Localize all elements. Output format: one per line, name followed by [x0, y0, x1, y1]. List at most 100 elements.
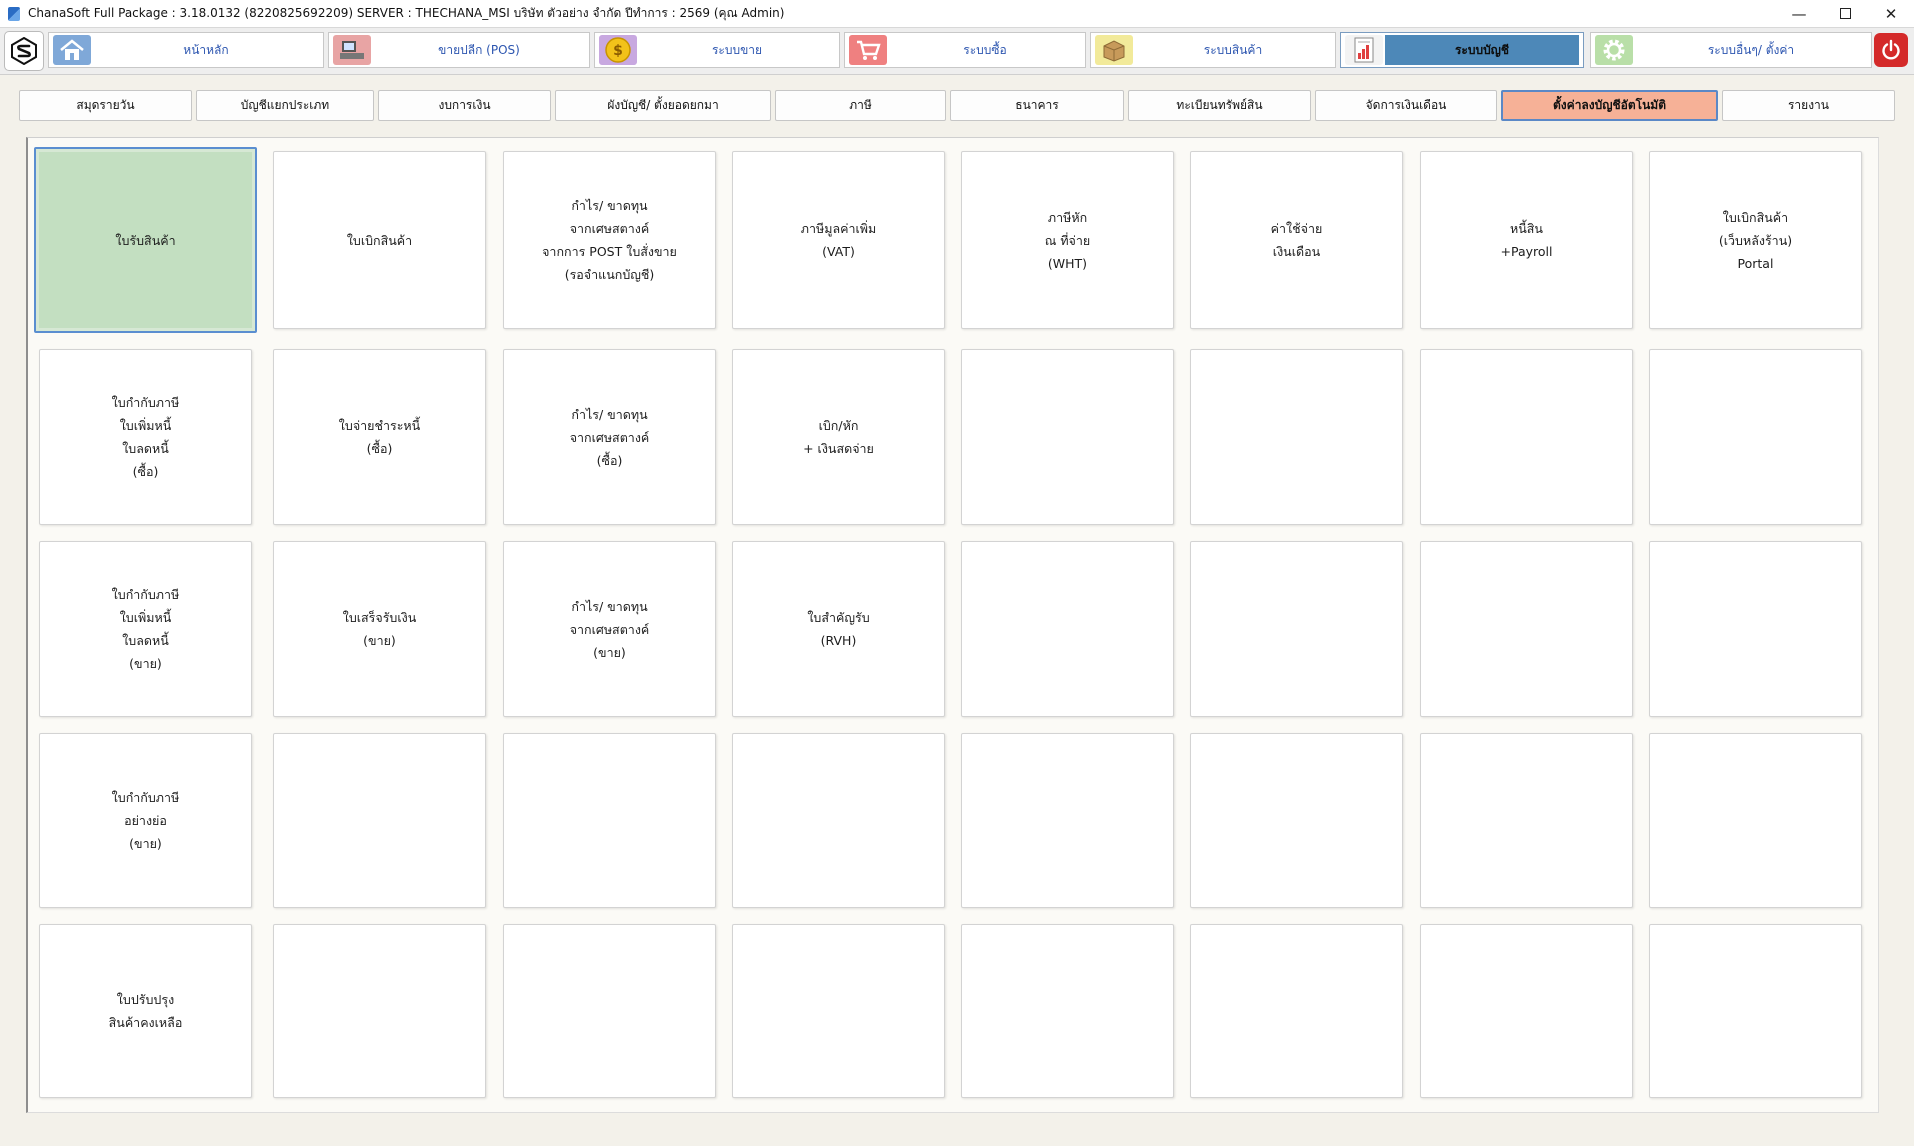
nav-label-pos: ขายปลีก (POS) [438, 42, 520, 57]
empty-card-slot[interactable] [1649, 924, 1862, 1098]
posting-card[interactable]: ใบเบิกสินค้า [273, 151, 486, 329]
tab-financial-statements[interactable]: งบการเงิน [378, 90, 551, 121]
maximize-icon [1839, 8, 1851, 19]
ledger-chart-icon [1345, 35, 1383, 65]
box-icon [1095, 35, 1133, 65]
empty-card-slot[interactable] [961, 733, 1174, 908]
card-label: ใบสำคัญรับ (RVH) [807, 610, 870, 648]
posting-card[interactable]: ใบจ่ายชำระหนี้ (ซื้อ) [273, 349, 486, 525]
brand-logo-button[interactable] [4, 31, 44, 71]
tab-tax[interactable]: ภาษี [775, 90, 946, 121]
close-button[interactable]: ✕ [1868, 0, 1914, 27]
power-button[interactable] [1874, 33, 1908, 67]
posting-card[interactable]: กำไร/ ขาดทุน จากเศษสตางค์ จากการ POST ใบ… [503, 151, 716, 329]
empty-card-slot[interactable] [1420, 349, 1633, 525]
posting-card[interactable]: ใบเสร็จรับเงิน (ขาย) [273, 541, 486, 717]
card-label: ภาษีมูลค่าเพิ่ม (VAT) [800, 221, 877, 259]
card-label: กำไร/ ขาดทุน จากเศษสตางค์ จากการ POST ใบ… [542, 198, 677, 282]
minimize-button[interactable]: — [1776, 0, 1822, 27]
main-navigation: หน้าหลัก ขายปลีก (POS) $ ระบบขาย ระบบซื้… [0, 28, 1914, 75]
nav-label-settings: ระบบอื่นๆ/ ตั้งค่า [1707, 42, 1795, 57]
card-label: ใบกำกับภาษี ใบเพิ่มหนี้ ใบลดหนี้ (ขาย) [111, 587, 180, 671]
empty-card-slot[interactable] [1190, 541, 1403, 717]
card-label: ใบรับสินค้า [115, 232, 176, 248]
auto-posting-panel: ใบรับสินค้า ใบเบิกสินค้า กำไร/ ขาดทุน จากเ… [26, 137, 1879, 1113]
card-label: ใบเบิกสินค้า (เว็บหลังร้าน) Portal [1718, 209, 1793, 271]
shopping-cart-icon [849, 35, 887, 65]
nav-label-sales: ระบบขาย [711, 42, 763, 57]
posting-card[interactable]: ใบปรับปรุง สินค้าคงเหลือ [39, 924, 252, 1098]
nav-item-pos[interactable]: ขายปลีก (POS) [328, 32, 590, 68]
chanasoft-logo-icon [11, 37, 37, 65]
card-label: ใบกำกับภาษี อย่างย่อ (ขาย) [111, 790, 180, 851]
posting-card[interactable]: ภาษีมูลค่าเพิ่ม (VAT) [732, 151, 945, 329]
tab-bank[interactable]: ธนาคาร [950, 90, 1124, 121]
card-label: ใบเสร็จรับเงิน (ขาย) [342, 610, 417, 648]
empty-card-slot[interactable] [961, 349, 1174, 525]
empty-card-slot[interactable] [961, 924, 1174, 1098]
posting-card[interactable]: กำไร/ ขาดทุน จากเศษสตางค์ (ขาย) [503, 541, 716, 717]
nav-item-inventory[interactable]: ระบบสินค้า [1090, 32, 1336, 68]
empty-card-slot[interactable] [732, 924, 945, 1098]
empty-card-slot[interactable] [732, 733, 945, 908]
pos-terminal-icon [333, 35, 371, 65]
empty-card-slot[interactable] [1190, 924, 1403, 1098]
posting-card[interactable]: ใบกำกับภาษี ใบเพิ่มหนี้ ใบลดหนี้ (ขาย) [39, 541, 252, 717]
app-logo-icon [8, 6, 20, 21]
coin-icon: $ [599, 35, 637, 65]
window-title: ChanaSoft Full Package : 3.18.0132 (8220… [28, 6, 785, 20]
posting-card[interactable]: ใบเบิกสินค้า (เว็บหลังร้าน) Portal [1649, 151, 1862, 329]
posting-card[interactable]: เบิก/หัก + เงินสดจ่าย [732, 349, 945, 525]
tab-general-ledger[interactable]: บัญชีแยกประเภท [196, 90, 374, 121]
nav-label-purchase: ระบบซื้อ [963, 42, 1007, 57]
card-label: ค่าใช้จ่าย เงินเดือน [1270, 221, 1323, 259]
nav-item-home[interactable]: หน้าหลัก [48, 32, 324, 68]
posting-card[interactable]: หนี้สิน +Payroll [1420, 151, 1633, 329]
card-label: ภาษีหัก ณ ที่จ่าย (WHT) [1044, 209, 1091, 271]
card-label: ใบเบิกสินค้า [346, 232, 413, 248]
card-label: เบิก/หัก + เงินสดจ่าย [803, 418, 874, 456]
empty-card-slot[interactable] [961, 541, 1174, 717]
tab-chart-of-accounts[interactable]: ผังบัญชี/ ตั้งยอดยกมา [555, 90, 771, 121]
nav-item-accounting[interactable]: ระบบบัญชี [1340, 32, 1584, 68]
empty-card-slot[interactable] [503, 924, 716, 1098]
card-label: กำไร/ ขาดทุน จากเศษสตางค์ (ซื้อ) [569, 406, 650, 468]
nav-label-home: หน้าหลัก [183, 42, 229, 57]
card-label: ใบจ่ายชำระหนี้ (ซื้อ) [338, 418, 421, 456]
posting-card[interactable]: ใบกำกับภาษี ใบเพิ่มหนี้ ใบลดหนี้ (ซื้อ) [39, 349, 252, 525]
title-bar: ChanaSoft Full Package : 3.18.0132 (8220… [0, 0, 1914, 28]
tab-auto-posting-settings[interactable]: ตั้งค่าลงบัญชีอัตโนมัติ [1501, 90, 1718, 121]
home-icon [53, 35, 91, 65]
empty-card-slot[interactable] [1420, 733, 1633, 908]
empty-card-slot[interactable] [273, 733, 486, 908]
svg-text:$: $ [613, 43, 623, 59]
tab-reports[interactable]: รายงาน [1722, 90, 1895, 121]
card-label: กำไร/ ขาดทุน จากเศษสตางค์ (ขาย) [569, 598, 650, 660]
posting-card[interactable]: ใบสำคัญรับ (RVH) [732, 541, 945, 717]
posting-card[interactable]: ภาษีหัก ณ ที่จ่าย (WHT) [961, 151, 1174, 329]
tab-fixed-assets[interactable]: ทะเบียนทรัพย์สิน [1128, 90, 1311, 121]
empty-card-slot[interactable] [503, 733, 716, 908]
empty-card-slot[interactable] [1420, 924, 1633, 1098]
nav-label-inventory: ระบบสินค้า [1203, 42, 1263, 57]
posting-card[interactable]: ค่าใช้จ่าย เงินเดือน [1190, 151, 1403, 329]
card-label: หนี้สิน +Payroll [1500, 221, 1553, 259]
posting-card[interactable]: กำไร/ ขาดทุน จากเศษสตางค์ (ซื้อ) [503, 349, 716, 525]
empty-card-slot[interactable] [1420, 541, 1633, 717]
posting-card[interactable]: ใบกำกับภาษี อย่างย่อ (ขาย) [39, 733, 252, 908]
tab-payroll[interactable]: จัดการเงินเดือน [1315, 90, 1497, 121]
nav-item-purchase[interactable]: ระบบซื้อ [844, 32, 1086, 68]
empty-card-slot[interactable] [1649, 733, 1862, 908]
gear-icon [1595, 35, 1633, 65]
empty-card-slot[interactable] [1649, 541, 1862, 717]
card-label: ใบปรับปรุง สินค้าคงเหลือ [108, 992, 183, 1030]
maximize-button[interactable] [1822, 0, 1868, 27]
empty-card-slot[interactable] [1649, 349, 1862, 525]
nav-item-sales[interactable]: $ ระบบขาย [594, 32, 840, 68]
tab-journal[interactable]: สมุดรายวัน [19, 90, 192, 121]
empty-card-slot[interactable] [1190, 349, 1403, 525]
empty-card-slot[interactable] [1190, 733, 1403, 908]
empty-card-slot[interactable] [273, 924, 486, 1098]
posting-card[interactable]: ใบรับสินค้า [34, 147, 257, 333]
nav-item-settings[interactable]: ระบบอื่นๆ/ ตั้งค่า [1590, 32, 1872, 68]
